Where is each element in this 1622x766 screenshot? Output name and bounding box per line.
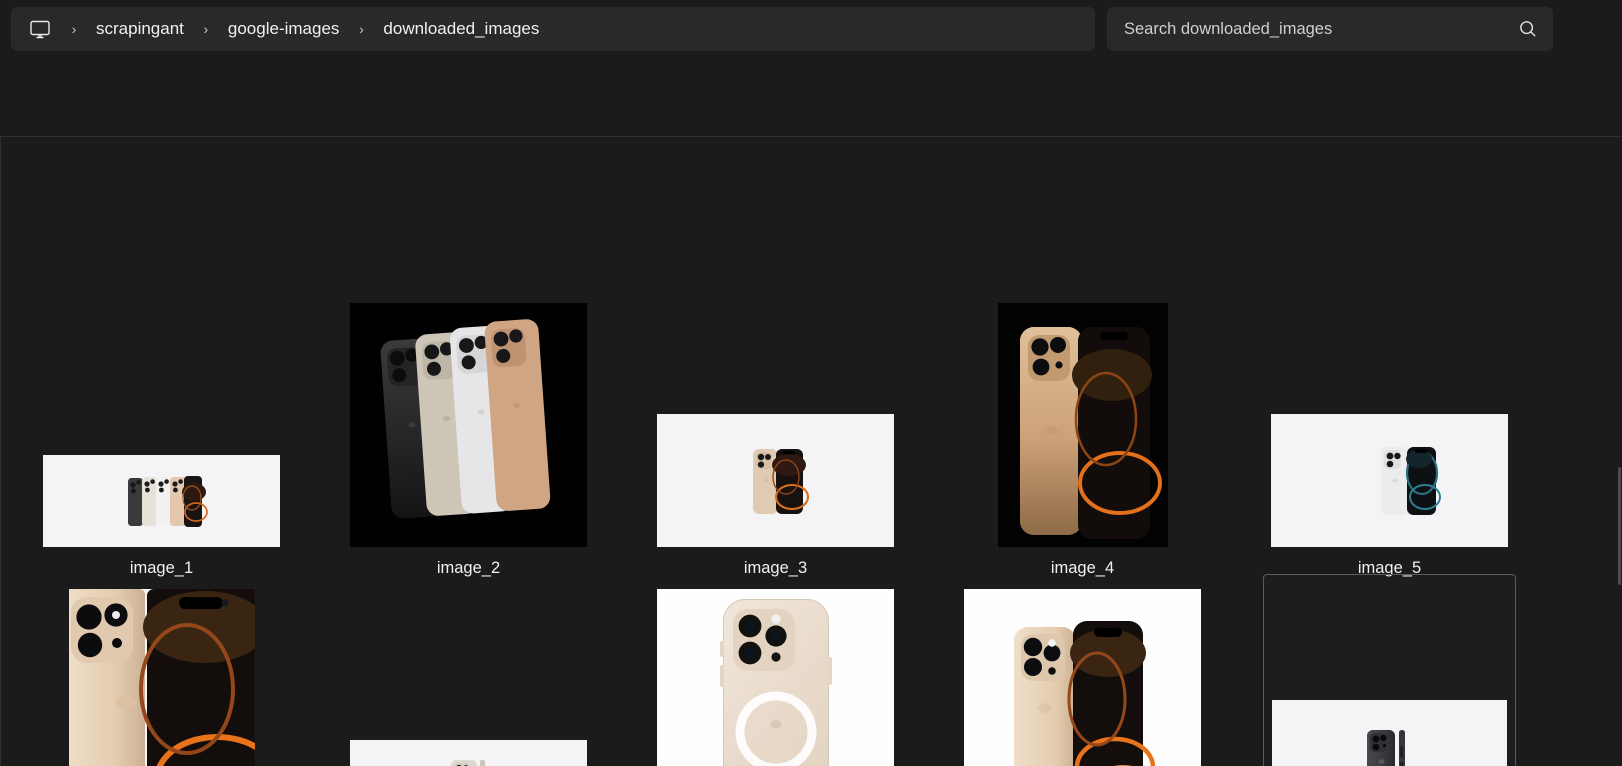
thumbnail-area — [650, 575, 901, 766]
thumbnail-image_10 — [1272, 699, 1507, 766]
file-item-image_2[interactable]: image_2 — [342, 293, 595, 577]
thumbnail-area — [957, 575, 1208, 766]
thumbnail-image_3 — [657, 413, 894, 547]
breadcrumb-separator: › — [203, 21, 209, 37]
address-bar[interactable]: › scrapingant › google-images › download… — [11, 7, 1095, 51]
thumbnail-area — [957, 294, 1208, 547]
breadcrumb-separator: › — [71, 21, 77, 37]
this-pc-icon[interactable] — [21, 12, 59, 46]
thumbnail-area — [1264, 294, 1515, 547]
thumbnail-image_1 — [43, 454, 280, 547]
search-input[interactable]: Search downloaded_images — [1107, 7, 1553, 51]
file-item-image_10[interactable]: image_10 — [1263, 574, 1516, 766]
file-item-image_3[interactable]: image_3 — [649, 293, 902, 577]
file-name-label: image_2 — [436, 558, 501, 577]
file-grid: image_1 image_2 image_3 image_4 image_5 — [1, 137, 1609, 766]
breadcrumb-item-google-images[interactable]: google-images — [221, 10, 347, 48]
thumbnail-area — [36, 575, 287, 766]
file-list-view[interactable]: image_1 image_2 image_3 image_4 image_5 — [0, 136, 1622, 766]
thumbnail-area — [650, 294, 901, 547]
file-name-label: image_3 — [743, 558, 808, 577]
title-bar: › scrapingant › google-images › download… — [0, 0, 1622, 59]
thumbnail-area — [1264, 575, 1515, 766]
vertical-scrollbar[interactable] — [1616, 137, 1622, 766]
search-placeholder: Search downloaded_images — [1124, 19, 1333, 38]
thumbnail-image_9 — [964, 588, 1201, 766]
breadcrumb-item-scrapingant[interactable]: scrapingant — [89, 10, 191, 48]
thumbnail-image_2 — [350, 302, 587, 547]
thumbnail-area — [343, 294, 594, 547]
thumbnail-image_8 — [657, 588, 894, 766]
thumbnail-image_5 — [1271, 413, 1508, 547]
scrollbar-thumb[interactable] — [1618, 467, 1621, 585]
file-name-label: image_5 — [1357, 558, 1422, 577]
file-item-image_5[interactable]: image_5 — [1263, 293, 1516, 577]
file-item-image_4[interactable]: image_4 — [956, 293, 1209, 577]
thumbnail-area — [36, 294, 287, 547]
command-bar: A — [0, 59, 1622, 178]
thumbnail-image_6 — [68, 588, 255, 766]
search-icon[interactable] — [1517, 18, 1539, 40]
thumbnail-image_7 — [350, 739, 587, 766]
file-item-image_7[interactable]: image_7 — [342, 574, 595, 766]
file-name-label: image_1 — [129, 558, 194, 577]
file-item-image_8[interactable]: image_8 — [649, 574, 902, 766]
thumbnail-image_4 — [997, 302, 1168, 547]
file-item-image_1[interactable]: image_1 — [35, 293, 288, 577]
file-name-label: image_4 — [1050, 558, 1115, 577]
file-item-image_9[interactable]: image_9 — [956, 574, 1209, 766]
thumbnail-area — [343, 575, 594, 766]
breadcrumb-separator: › — [359, 21, 364, 37]
file-item-image_6[interactable]: image_6 — [35, 574, 288, 766]
breadcrumb-item-downloaded-images[interactable]: downloaded_images — [376, 10, 546, 48]
